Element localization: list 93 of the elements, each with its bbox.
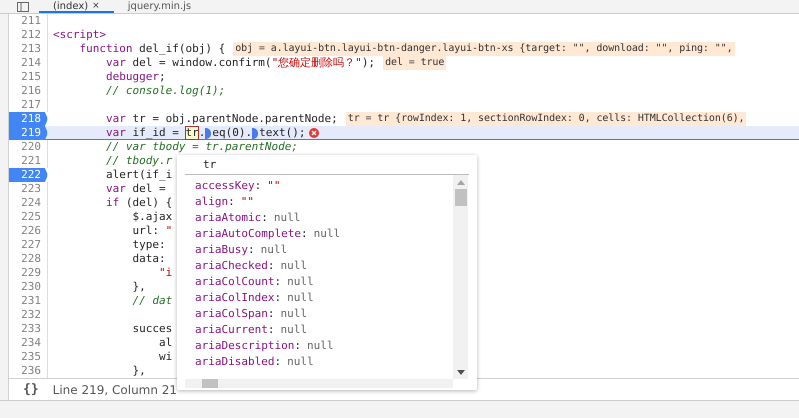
breakpoint-marker[interactable]: 222 bbox=[9, 168, 48, 182]
hovered-token: tr bbox=[185, 126, 199, 140]
continue-marker-icon[interactable] bbox=[205, 128, 212, 138]
line-number: 236 bbox=[9, 364, 48, 378]
line-number: 227 bbox=[9, 238, 48, 252]
code-token: "i bbox=[158, 266, 172, 280]
code-token: eq(0). bbox=[212, 126, 252, 140]
code-token: var bbox=[104, 56, 126, 70]
code-token: ); bbox=[362, 56, 376, 70]
property-row[interactable]: ariaCurrent: null bbox=[195, 322, 453, 338]
code-token: // tbody.r bbox=[104, 154, 172, 168]
scroll-thumb[interactable] bbox=[454, 189, 466, 206]
code-token: // console.log(1); bbox=[104, 84, 226, 98]
property-row[interactable]: ariaAtomic: null bbox=[195, 210, 453, 226]
code-token: del = window.confirm( bbox=[131, 56, 272, 70]
code-token: function bbox=[78, 42, 132, 56]
line-number: 220 bbox=[9, 140, 48, 154]
popover-title: tr bbox=[185, 155, 469, 175]
code-token: ; bbox=[158, 70, 166, 84]
code-token: debugger bbox=[104, 70, 159, 84]
code-token: data: bbox=[131, 252, 166, 266]
line-number: 216 bbox=[9, 84, 48, 98]
code-token: (del) { bbox=[124, 196, 172, 210]
code-token: . bbox=[198, 126, 206, 140]
scrollbar[interactable] bbox=[453, 175, 468, 379]
code-token: text(); bbox=[259, 126, 306, 140]
code-token: al bbox=[158, 336, 172, 350]
code-token: tr = obj.parentNode.parentNode; bbox=[131, 112, 338, 126]
code-token: <script> bbox=[53, 28, 106, 42]
code-token: succes bbox=[131, 322, 172, 336]
code-token: wi bbox=[158, 350, 172, 364]
line-number: 213 bbox=[9, 42, 48, 56]
property-row[interactable]: ariaDisabled: null bbox=[195, 354, 453, 370]
line-number: 235 bbox=[9, 350, 48, 364]
scroll-down-icon[interactable] bbox=[456, 370, 464, 375]
code-token: var bbox=[104, 182, 126, 196]
line-number: 229 bbox=[9, 266, 48, 280]
code-token: }, bbox=[131, 280, 146, 294]
code-token: " bbox=[166, 224, 172, 238]
property-row[interactable]: ariaColIndex: null bbox=[195, 290, 453, 306]
code-token: var bbox=[104, 112, 126, 126]
file-tab[interactable]: (index) × bbox=[39, 1, 114, 13]
line-number: 232 bbox=[9, 308, 48, 322]
line-number: 225 bbox=[9, 210, 48, 224]
inline-value: obj = a.layui-btn.layui-btn-danger.layui-btn-xs {target: "", download: "", ping: "", bbox=[233, 42, 735, 56]
scroll-thumb[interactable] bbox=[202, 379, 218, 388]
property-row[interactable]: ariaAutoComplete: null bbox=[195, 226, 453, 242]
line-number: 226 bbox=[9, 224, 48, 238]
breakpoint-marker[interactable]: 219 bbox=[9, 126, 48, 140]
horizontal-scrollbar[interactable] bbox=[185, 379, 453, 388]
line-number: 231 bbox=[9, 294, 48, 308]
property-row[interactable]: ariaDescription: null bbox=[195, 338, 453, 354]
pretty-print-button[interactable]: {} bbox=[23, 382, 39, 397]
code-token: if_id = bbox=[131, 126, 180, 140]
line-number: 211 bbox=[9, 14, 48, 28]
cursor-position: Line 219, Column 21 bbox=[52, 382, 178, 396]
file-tab[interactable]: jquery.min.js bbox=[114, 1, 206, 13]
code-token: "您确定删除吗？" bbox=[272, 56, 362, 70]
code-token: // var tbody = tr.parentNode; bbox=[104, 140, 298, 154]
property-row[interactable]: align: "" bbox=[195, 194, 453, 210]
close-icon[interactable]: × bbox=[92, 1, 100, 11]
tab-label: (index) bbox=[53, 1, 88, 11]
line-number: 224 bbox=[9, 196, 48, 210]
line-number: 233 bbox=[9, 322, 48, 336]
code-token: $.ajax bbox=[131, 210, 172, 224]
continue-marker-icon[interactable] bbox=[252, 128, 258, 138]
property-row[interactable]: ariaColSpan: null bbox=[195, 306, 453, 322]
line-number: 212 bbox=[9, 28, 48, 42]
inline-value: del = true bbox=[383, 56, 446, 70]
line-number: 214 bbox=[9, 56, 48, 70]
code-token: if bbox=[104, 196, 120, 210]
code-token: // dat bbox=[131, 294, 172, 308]
code-token: }, bbox=[131, 364, 146, 378]
property-row[interactable]: ariaColCount: null bbox=[195, 274, 453, 290]
line-number: 234 bbox=[9, 336, 48, 350]
property-row[interactable]: ariaChecked: null bbox=[195, 258, 453, 274]
tab-label: jquery.min.js bbox=[128, 1, 192, 11]
breakpoint-marker[interactable]: 218 bbox=[9, 112, 48, 126]
inline-value: tr = tr {rowIndex: 1, sectionRowIndex: 0, cells: HTMLCollection(6), bbox=[346, 112, 746, 126]
line-number: 230 bbox=[9, 280, 48, 294]
code-token: del = bbox=[131, 182, 166, 196]
line-number: 215 bbox=[9, 70, 48, 84]
sidebar-toggle-icon[interactable] bbox=[17, 2, 29, 12]
line-number: 228 bbox=[9, 252, 48, 266]
code-token: url: bbox=[131, 224, 160, 238]
code-token: del_if(obj) { bbox=[138, 42, 226, 56]
property-row[interactable]: accessKey: "" bbox=[195, 178, 453, 194]
line-number: 223 bbox=[9, 182, 48, 196]
code-token: type: bbox=[131, 238, 166, 252]
property-row[interactable]: ariaBusy: null bbox=[195, 242, 453, 258]
code-token: var bbox=[104, 126, 126, 140]
code-token: alert(if_i bbox=[104, 168, 172, 182]
scroll-up-icon[interactable] bbox=[456, 180, 464, 185]
